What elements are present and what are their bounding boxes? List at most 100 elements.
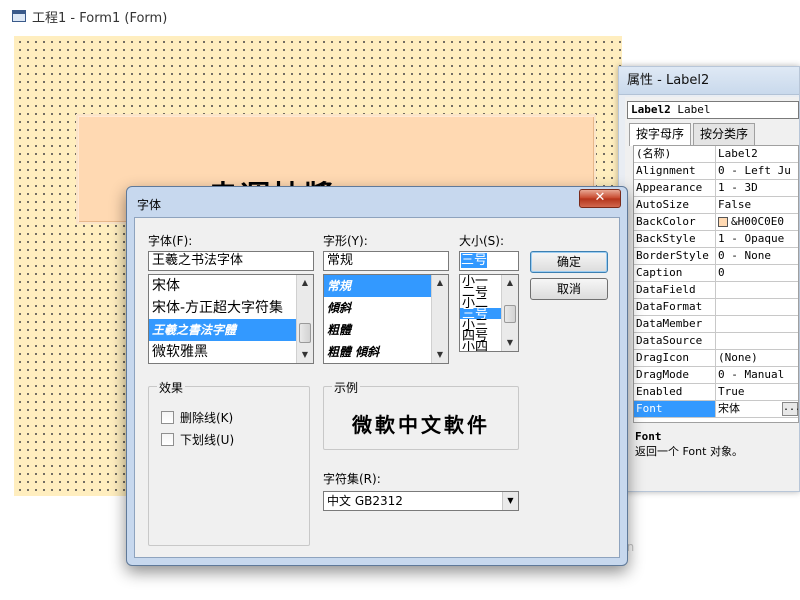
properties-tabs: 按字母序 按分类序 (629, 123, 799, 146)
scroll-down-icon[interactable]: ▼ (297, 347, 313, 363)
font-size-label: 大小(S): (459, 234, 505, 248)
font-style-input[interactable]: 常规 (323, 251, 449, 271)
property-name: AutoSize (634, 197, 716, 213)
property-value-text: 0 (718, 266, 725, 279)
font-ellipsis-button[interactable]: ... (782, 402, 798, 416)
property-name: Alignment (634, 163, 716, 179)
style-list-scrollbar[interactable]: ▲ ▼ (431, 275, 448, 363)
underline-option[interactable]: 下划线(U) (161, 431, 234, 448)
property-row[interactable]: DataMember (634, 316, 798, 333)
script-select[interactable]: 中文 GB2312 ▼ (323, 491, 519, 511)
scroll-down-icon[interactable]: ▼ (432, 347, 448, 363)
scroll-thumb[interactable] (299, 323, 311, 343)
property-row[interactable]: Enabled True (634, 384, 798, 401)
property-row[interactable]: AutoSize False (634, 197, 798, 214)
scroll-down-icon[interactable]: ▼ (502, 335, 518, 351)
property-value: 宋体... (716, 401, 798, 417)
property-value-text: True (718, 385, 745, 398)
size-list-scrollbar[interactable]: ▲ ▼ (501, 275, 518, 351)
property-name: Enabled (634, 384, 716, 400)
property-value-text: 宋体 (718, 402, 740, 415)
font-name-list[interactable]: 宋体 宋体-方正超大字符集 王羲之書法字體 微软雅黑 ▲ ▼ (148, 274, 314, 364)
chevron-down-icon[interactable]: ▼ (502, 492, 518, 510)
property-name: Caption (634, 265, 716, 281)
property-row[interactable]: DataFormat (634, 299, 798, 316)
property-row[interactable]: DataSource (634, 333, 798, 350)
property-name: BackColor (634, 214, 716, 230)
strikeout-checkbox[interactable] (161, 411, 174, 424)
property-row[interactable]: BackStyle 1 - Opaque (634, 231, 798, 248)
property-description-title: Font (635, 430, 662, 443)
script-value: 中文 GB2312 (327, 494, 403, 508)
font-style-list[interactable]: 常規 傾斜 粗體 粗體 傾斜 ▲ ▼ (323, 274, 449, 364)
properties-title: 属性 - Label2 (619, 67, 799, 95)
sample-groupbox: 示例 微軟中文軟件 (323, 379, 519, 450)
property-row[interactable]: BackColor &H00C0E0 (634, 214, 798, 231)
designer-titlebar: 工程1 - Form1 (Form) (0, 0, 800, 32)
list-item[interactable]: 微软雅黑 (149, 341, 313, 363)
property-row[interactable]: BorderStyle 0 - None (634, 248, 798, 265)
property-name: DataSource (634, 333, 716, 349)
property-row[interactable]: DragIcon (None) (634, 350, 798, 367)
script-label: 字符集(R): (323, 472, 381, 486)
list-item[interactable]: 粗體 (324, 319, 448, 341)
list-item[interactable]: 傾斜 (324, 297, 448, 319)
property-value: Label2 (716, 146, 798, 162)
property-value: &H00C0E0 (716, 214, 798, 230)
font-name-input[interactable]: 王羲之书法字体 (148, 251, 314, 271)
property-name: (名称) (634, 146, 716, 162)
sample-text: 微軟中文軟件 (352, 413, 490, 437)
ok-button[interactable]: 确定 (530, 251, 608, 273)
property-value-text: False (718, 198, 752, 211)
effects-groupbox: 效果 删除线(K) 下划线(U) (148, 379, 310, 546)
close-button[interactable]: ✕ (579, 189, 621, 208)
cancel-button[interactable]: 取消 (530, 278, 608, 300)
scroll-up-icon[interactable]: ▲ (502, 275, 518, 291)
property-name: DragMode (634, 367, 716, 383)
list-item[interactable]: 宋体 (149, 275, 313, 297)
object-type: Label (677, 103, 711, 116)
object-selector[interactable]: Label2 Label (627, 101, 799, 119)
property-name: DragIcon (634, 350, 716, 366)
property-value: 1 - Opaque (716, 231, 798, 247)
property-name: DataFormat (634, 299, 716, 315)
underline-checkbox[interactable] (161, 433, 174, 446)
list-item-selected[interactable]: 常規 (324, 275, 448, 297)
property-value (716, 299, 798, 315)
property-row[interactable]: Alignment 0 - Left Ju (634, 163, 798, 180)
property-value: 0 - None (716, 248, 798, 264)
list-item-selected[interactable]: 王羲之書法字體 (149, 319, 313, 341)
strikeout-option[interactable]: 删除线(K) (161, 409, 233, 426)
property-value: (None) (716, 350, 798, 366)
effects-title: 效果 (157, 379, 186, 396)
scroll-up-icon[interactable]: ▲ (297, 275, 313, 291)
property-row[interactable]: DragMode 0 - Manual (634, 367, 798, 384)
property-value (716, 282, 798, 298)
property-value-text: 1 - 3D (718, 181, 758, 194)
property-row[interactable]: DataField (634, 282, 798, 299)
scroll-up-icon[interactable]: ▲ (432, 275, 448, 291)
designer-title: 工程1 - Form1 (Form) (32, 10, 168, 26)
property-value (716, 333, 798, 349)
scroll-thumb[interactable] (504, 305, 516, 323)
property-value: 0 (716, 265, 798, 281)
form-icon (12, 10, 26, 22)
list-item[interactable]: 宋体-方正超大字符集 (149, 297, 313, 319)
font-size-list[interactable]: 小一 二号 小二 三号 小三 四号 小四 ▲ ▼ (459, 274, 519, 352)
properties-body: Label2 Label 按字母序 按分类序 (名称) Label2 Alignm… (625, 97, 799, 491)
property-value: False (716, 197, 798, 213)
list-item[interactable]: 粗體 傾斜 (324, 341, 448, 363)
font-list-scrollbar[interactable]: ▲ ▼ (296, 275, 313, 363)
property-description: Font 返回一个 Font 对象。 (633, 427, 799, 487)
property-row[interactable]: Caption 0 (634, 265, 798, 282)
tab-categorized[interactable]: 按分类序 (693, 123, 756, 145)
property-row-font[interactable]: Font宋体... (634, 401, 798, 418)
property-row[interactable]: (名称) Label2 (634, 146, 798, 163)
font-size-input[interactable]: 三号 (459, 251, 519, 271)
property-value: True (716, 384, 798, 400)
font-dialog-titlebar[interactable]: 字体 ✕ (127, 187, 627, 217)
property-value-text: (None) (718, 351, 758, 364)
property-value-text: 1 - Opaque (718, 232, 785, 245)
tab-alphabetic[interactable]: 按字母序 (629, 123, 692, 146)
property-row[interactable]: Appearance 1 - 3D (634, 180, 798, 197)
